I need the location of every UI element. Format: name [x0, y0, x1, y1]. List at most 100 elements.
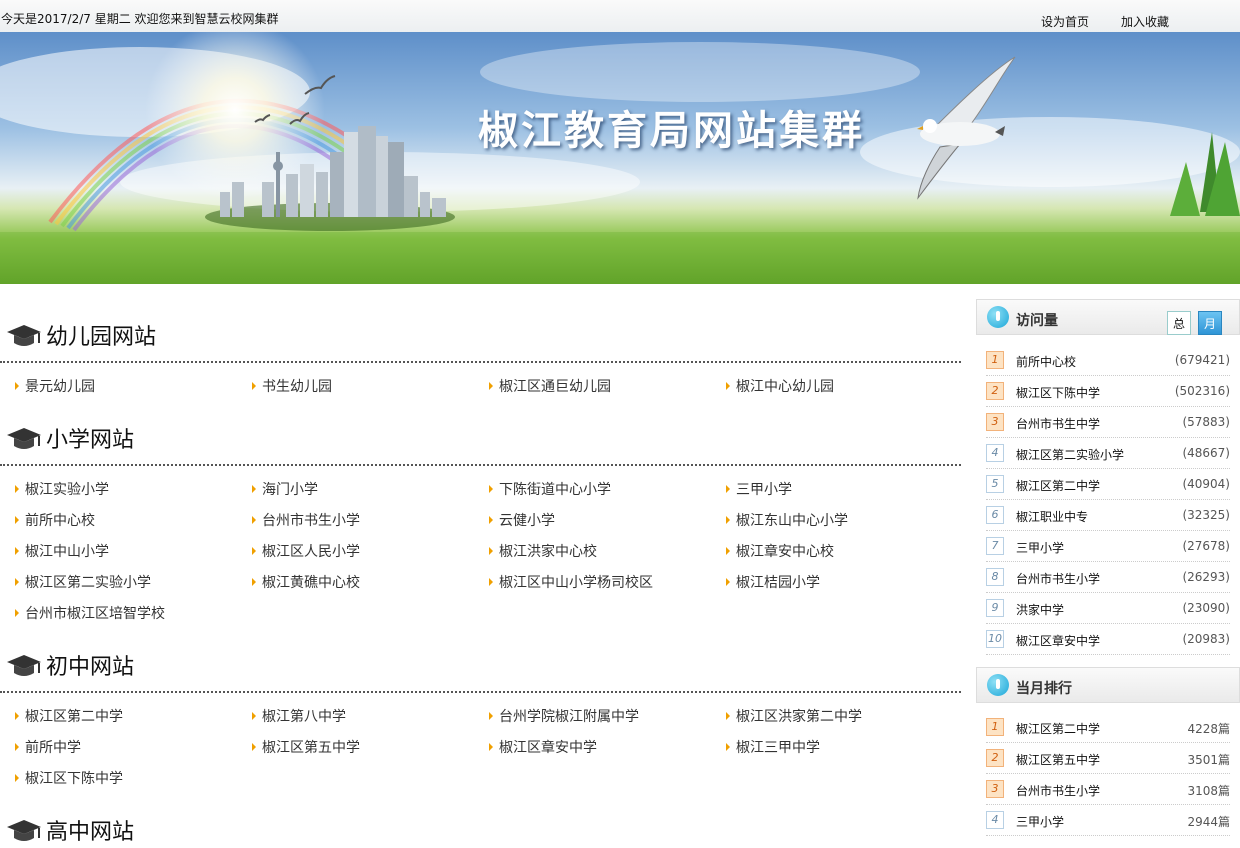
rank-number: 3 — [986, 780, 1004, 798]
arrow-bullet-icon — [15, 609, 19, 617]
rank-number: 7 — [986, 537, 1004, 555]
rank-school-link[interactable]: 台州市书生小学 — [1016, 570, 1100, 587]
tab-month[interactable]: 月 — [1198, 311, 1222, 335]
school-link-label: 椒江区人民小学 — [262, 544, 360, 560]
rank-school-link[interactable]: 椒江区第五中学 — [1016, 751, 1100, 768]
school-link[interactable]: 椒江区第五中学 — [252, 737, 360, 757]
school-link[interactable]: 椒江中山小学 — [15, 541, 109, 561]
school-link[interactable]: 椒江黄礁中心校 — [252, 572, 360, 592]
rank-school-link[interactable]: 台州市书生中学 — [1016, 415, 1100, 432]
rank-school-link[interactable]: 洪家中学 — [1016, 601, 1064, 618]
add-favorite-link[interactable]: 加入收藏 — [1121, 13, 1169, 30]
rank-school-link[interactable]: 三甲小学 — [1016, 813, 1064, 830]
arrow-bullet-icon — [252, 743, 256, 751]
visits-rank-row: 5 椒江区第二中学 (40904) — [986, 469, 1230, 500]
arrow-bullet-icon — [726, 743, 730, 751]
rank-school-link[interactable]: 椒江区第二实验小学 — [1016, 446, 1124, 463]
school-link[interactable]: 椒江三甲中学 — [726, 737, 820, 757]
tab-total[interactable]: 总 — [1167, 311, 1191, 335]
school-link-label: 椒江中山小学 — [25, 544, 109, 560]
visits-rank-row: 8 台州市书生小学 (26293) — [986, 562, 1230, 593]
arrow-bullet-icon — [489, 516, 493, 524]
school-link[interactable]: 椒江区下陈中学 — [15, 768, 123, 788]
school-link[interactable]: 云健小学 — [489, 510, 555, 530]
visits-rank-row: 2 椒江区下陈中学 (502316) — [986, 376, 1230, 407]
graduation-cap-icon — [6, 426, 42, 452]
school-link[interactable]: 椒江区中山小学杨司校区 — [489, 572, 653, 592]
school-link[interactable]: 台州市椒江区培智学校 — [15, 603, 165, 623]
school-link-label: 椒江区章安中学 — [499, 740, 597, 756]
set-homepage-link[interactable]: 设为首页 — [1041, 13, 1089, 30]
arrow-bullet-icon — [726, 547, 730, 555]
school-link-label: 书生幼儿园 — [262, 379, 332, 395]
rank-school-link[interactable]: 椒江职业中专 — [1016, 508, 1088, 525]
school-link[interactable]: 椒江区第二实验小学 — [15, 572, 151, 592]
rank-number: 8 — [986, 568, 1004, 586]
rank-number: 1 — [986, 351, 1004, 369]
arrow-bullet-icon — [252, 712, 256, 720]
school-link-label: 椒江东山中心小学 — [736, 513, 848, 529]
school-link[interactable]: 椒江区通巨幼儿园 — [489, 376, 611, 396]
visits-rank-row: 4 椒江区第二实验小学 (48667) — [986, 438, 1230, 469]
school-link[interactable]: 椒江区章安中学 — [489, 737, 597, 757]
section-title: 初中网站 — [46, 655, 135, 680]
monthly-panel-header: 当月排行 — [976, 667, 1240, 703]
school-link[interactable]: 椒江东山中心小学 — [726, 510, 848, 530]
arrow-bullet-icon — [252, 382, 256, 390]
school-link[interactable]: 椒江章安中心校 — [726, 541, 834, 561]
school-link[interactable]: 椒江洪家中心校 — [489, 541, 597, 561]
rank-number: 9 — [986, 599, 1004, 617]
rank-number: 2 — [986, 382, 1004, 400]
rank-number: 5 — [986, 475, 1004, 493]
monthly-rank-row: 2 椒江区第五中学 3501篇 — [986, 743, 1230, 774]
rank-count: 3108篇 — [1187, 784, 1230, 798]
school-link[interactable]: 前所中心校 — [15, 510, 95, 530]
school-link-label: 前所中学 — [25, 740, 81, 756]
rank-school-link[interactable]: 台州市书生小学 — [1016, 782, 1100, 799]
graduation-cap-icon — [6, 818, 42, 844]
arrow-bullet-icon — [726, 578, 730, 586]
school-link-label: 椒江三甲中学 — [736, 740, 820, 756]
info-bubble-icon — [987, 306, 1009, 328]
school-link-label: 景元幼儿园 — [25, 379, 95, 395]
arrow-bullet-icon — [15, 578, 19, 586]
rank-school-link[interactable]: 前所中心校 — [1016, 353, 1076, 370]
school-link[interactable]: 前所中学 — [15, 737, 81, 757]
banner-title: 椒江教育局网站集群 — [478, 108, 865, 154]
school-link[interactable]: 椒江区人民小学 — [252, 541, 360, 561]
banner-scenery — [0, 32, 1240, 284]
school-link[interactable]: 海门小学 — [252, 479, 318, 499]
arrow-bullet-icon — [489, 578, 493, 586]
rank-count: (57883) — [1182, 415, 1230, 429]
graduation-cap-icon — [6, 323, 42, 349]
rank-number: 1 — [986, 718, 1004, 736]
school-link[interactable]: 三甲小学 — [726, 479, 792, 499]
school-link[interactable]: 景元幼儿园 — [15, 376, 95, 396]
school-link[interactable]: 书生幼儿园 — [252, 376, 332, 396]
school-link[interactable]: 椒江第八中学 — [252, 706, 346, 726]
school-link[interactable]: 椒江中心幼儿园 — [726, 376, 834, 396]
section-title: 高中网站 — [46, 820, 135, 845]
rank-school-link[interactable]: 椒江区下陈中学 — [1016, 384, 1100, 401]
school-link[interactable]: 椒江区第二中学 — [15, 706, 123, 726]
rank-count: 2944篇 — [1187, 815, 1230, 829]
school-link[interactable]: 椒江实验小学 — [15, 479, 109, 499]
rank-school-link[interactable]: 三甲小学 — [1016, 539, 1064, 556]
school-link[interactable]: 椒江区洪家第二中学 — [726, 706, 862, 726]
rank-school-link[interactable]: 椒江区章安中学 — [1016, 632, 1100, 649]
school-link-label: 前所中心校 — [25, 513, 95, 529]
rank-count: (26293) — [1182, 570, 1230, 584]
school-link[interactable]: 椒江桔园小学 — [726, 572, 820, 592]
rank-school-link[interactable]: 椒江区第二中学 — [1016, 720, 1100, 737]
school-link-label: 椒江黄礁中心校 — [262, 575, 360, 591]
school-link[interactable]: 台州市书生小学 — [252, 510, 360, 530]
info-bubble-icon — [987, 674, 1009, 696]
school-link[interactable]: 台州学院椒江附属中学 — [489, 706, 639, 726]
school-link-label: 云健小学 — [499, 513, 555, 529]
rank-school-link[interactable]: 椒江区第二中学 — [1016, 477, 1100, 494]
school-link[interactable]: 下陈街道中心小学 — [489, 479, 611, 499]
arrow-bullet-icon — [252, 578, 256, 586]
school-link-label: 椒江区第二中学 — [25, 709, 123, 725]
graduation-cap-icon — [6, 653, 42, 679]
monthly-rank-row: 1 椒江区第二中学 4228篇 — [986, 712, 1230, 743]
